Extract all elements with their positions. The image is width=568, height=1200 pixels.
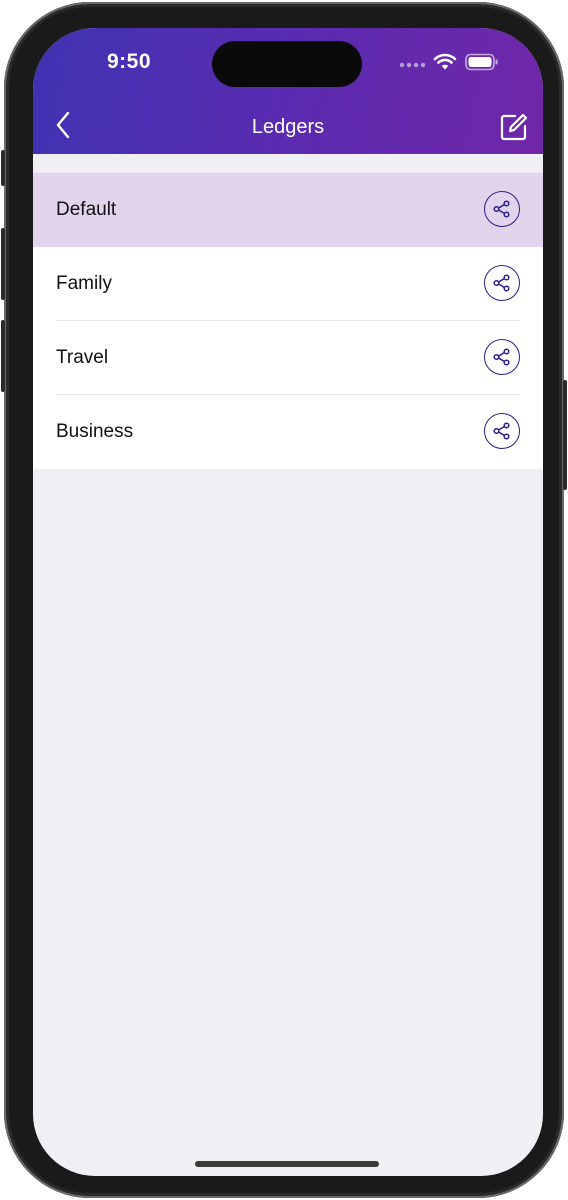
power-button [563,380,567,490]
battery-icon [465,53,499,76]
ledger-label: Travel [56,347,109,368]
app-screen: 9:50 Ledgers Default Family Travel Busin… [33,28,543,1176]
ledger-row-default[interactable]: Default [33,173,543,247]
share-icon[interactable] [484,265,520,301]
status-icons [399,53,499,76]
page-title: Ledgers [251,116,325,138]
silent-switch [1,150,5,186]
signal-dots-icon [399,55,426,73]
volume-down-button [1,320,5,392]
edit-button[interactable] [499,112,529,142]
back-button[interactable] [49,111,77,144]
ledger-label: Business [56,421,134,442]
share-icon[interactable] [484,191,520,227]
share-icon[interactable] [484,339,520,375]
ledger-list: Default Family Travel Business [33,173,543,469]
dynamic-island [212,41,362,87]
ledger-label: Family [56,273,112,294]
ledger-label: Default [56,199,117,220]
ledger-row-travel[interactable]: Travel [33,321,543,395]
wifi-icon [433,53,457,76]
compose-icon [499,113,529,146]
nav-header: 9:50 Ledgers [33,28,543,154]
ledger-row-family[interactable]: Family [33,247,543,321]
status-time: 9:50 [106,50,152,73]
volume-up-button [1,228,5,300]
home-indicator[interactable] [195,1161,379,1167]
ledger-row-business[interactable]: Business [33,395,543,469]
chevron-left-icon [55,111,71,144]
phone-frame: 9:50 Ledgers Default Family Travel Busin… [1,2,567,1198]
share-icon[interactable] [484,413,520,449]
